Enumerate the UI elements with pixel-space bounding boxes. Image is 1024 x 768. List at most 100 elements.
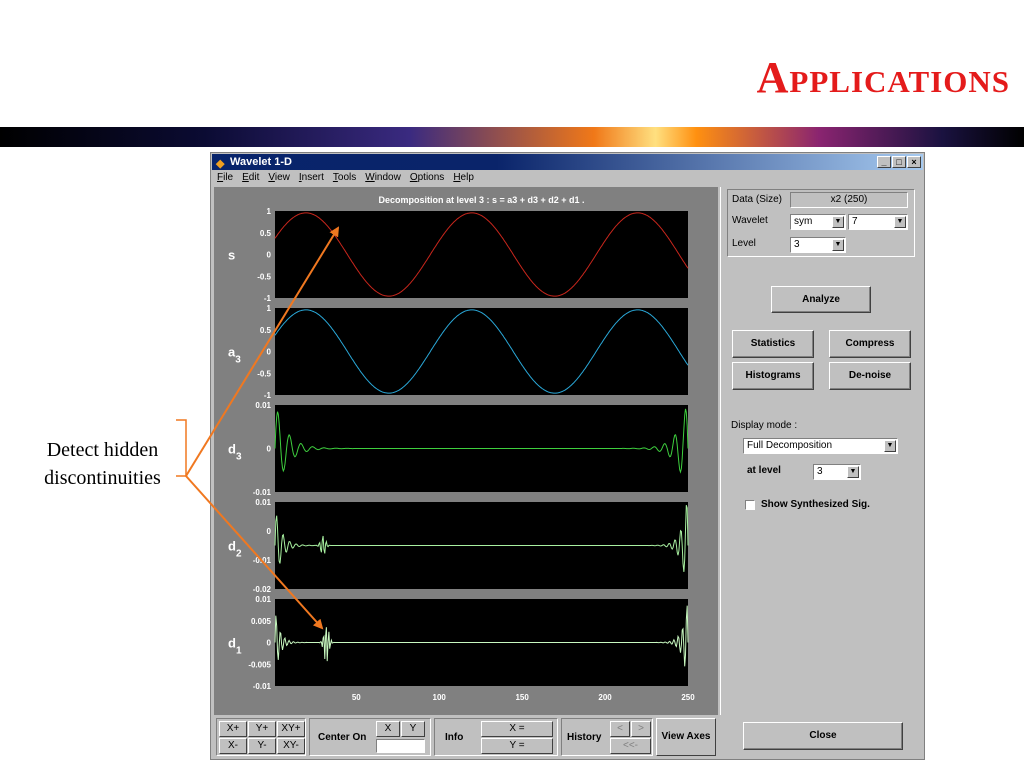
menu-view[interactable]: View <box>268 172 290 183</box>
show-synthesized-label: Show Synthesized Sig. <box>761 499 870 510</box>
header-gradient-bar <box>0 127 1024 147</box>
menu-window[interactable]: Window <box>365 172 401 183</box>
subplot-label: d2 <box>228 539 242 560</box>
center-on-label: Center On <box>318 732 367 743</box>
y-tick-label: -0.01 <box>253 682 272 691</box>
level-label: Level <box>732 238 756 249</box>
wavelet-label: Wavelet <box>732 215 768 226</box>
callout-label-line2: discontinuities <box>44 467 161 489</box>
zoom-xy-minus-button[interactable]: XY- <box>277 738 305 754</box>
histograms-button[interactable]: Histograms <box>732 362 814 390</box>
history-next-button[interactable]: > <box>631 721 651 737</box>
chevron-down-icon: ▼ <box>884 440 896 452</box>
subplot-0 <box>275 211 688 298</box>
callout-label: Detect hidden discontinuities <box>20 436 185 492</box>
slide-title: Applications <box>756 53 1010 102</box>
menu-options[interactable]: Options <box>410 172 444 183</box>
subplot-1 <box>275 308 688 395</box>
y-tick-label: -1 <box>264 391 272 400</box>
zoom-y-plus-button[interactable]: Y+ <box>248 721 276 737</box>
y-tick-label: 0.01 <box>255 401 271 410</box>
x-tick-label: 150 <box>515 693 529 702</box>
menu-tools[interactable]: Tools <box>333 172 356 183</box>
wavelet-order-select[interactable]: 7 ▼ <box>848 214 908 230</box>
at-level-label: at level <box>747 465 781 476</box>
axes-toolbar: X+ Y+ XY+ X- Y- XY- Center On X Y Info X… <box>214 716 720 758</box>
history-first-button[interactable]: <<- <box>610 738 651 754</box>
callout-label-line1: Detect hidden <box>46 439 159 461</box>
window-title: Wavelet 1-D <box>230 156 292 168</box>
subplot-label: a3 <box>228 345 241 366</box>
maximize-button[interactable]: □ <box>892 156 906 168</box>
chevron-down-icon: ▼ <box>832 239 844 251</box>
window-titlebar[interactable]: ◆ Wavelet 1-D _ □ × <box>212 154 923 170</box>
menu-insert[interactable]: Insert <box>299 172 324 183</box>
data-size-field: x2 (250) <box>790 192 908 208</box>
center-y-button[interactable]: Y <box>401 721 425 737</box>
wavelet-family-select[interactable]: sym ▼ <box>790 214 846 230</box>
close-window-button[interactable]: × <box>907 156 921 168</box>
y-tick-label: -0.02 <box>253 585 272 594</box>
y-tick-label: 0 <box>267 251 272 260</box>
x-tick-label: 50 <box>352 693 361 702</box>
wavelet-window: ◆ Wavelet 1-D _ □ × File Edit View Inser… <box>210 152 925 760</box>
wavelet-family-value: sym <box>794 216 813 227</box>
center-value-field[interactable] <box>376 739 425 753</box>
y-tick-label: -0.01 <box>253 488 272 497</box>
y-tick-label: 0 <box>267 639 272 648</box>
info-group: Info X = Y = <box>434 718 558 756</box>
display-mode-value: Full Decomposition <box>747 440 833 451</box>
y-tick-label: -1 <box>264 294 272 303</box>
subplot-label: d1 <box>228 636 242 657</box>
chevron-down-icon: ▼ <box>832 216 844 228</box>
info-label: Info <box>445 732 464 743</box>
zoom-x-minus-button[interactable]: X- <box>219 738 247 754</box>
plot-area: Decomposition at level 3 : s = a3 + d3 +… <box>214 187 718 715</box>
history-group: History < > <<- <box>561 718 653 756</box>
data-group: Data (Size) x2 (250) Wavelet sym ▼ 7 ▼ L… <box>727 189 915 257</box>
y-readout: Y = <box>481 738 553 754</box>
menu-help[interactable]: Help <box>453 172 474 183</box>
zoom-xy-plus-button[interactable]: XY+ <box>277 721 305 737</box>
at-level-select[interactable]: 3 ▼ <box>813 464 861 480</box>
display-mode-select[interactable]: Full Decomposition ▼ <box>743 438 898 454</box>
y-tick-label: -0.5 <box>257 369 271 378</box>
zoom-y-minus-button[interactable]: Y- <box>248 738 276 754</box>
analyze-button[interactable]: Analyze <box>771 286 871 313</box>
denoise-button[interactable]: De-noise <box>829 362 911 390</box>
plot-title: Decomposition at level 3 : s = a3 + d3 +… <box>378 195 584 205</box>
y-tick-label: 0.01 <box>255 595 271 604</box>
y-tick-label: -0.01 <box>253 556 272 565</box>
data-size-label: Data (Size) <box>732 194 783 205</box>
y-tick-label: 0.5 <box>260 229 272 238</box>
history-prev-button[interactable]: < <box>610 721 630 737</box>
x-readout: X = <box>481 721 553 737</box>
control-panel: Data (Size) x2 (250) Wavelet sym ▼ 7 ▼ L… <box>720 187 924 750</box>
wavelet-order-value: 7 <box>852 216 858 227</box>
y-tick-label: 1 <box>267 207 272 216</box>
minimize-button[interactable]: _ <box>877 156 891 168</box>
y-tick-label: -0.005 <box>248 660 271 669</box>
compress-button[interactable]: Compress <box>829 330 911 358</box>
history-label: History <box>567 732 602 743</box>
center-on-group: Center On X Y <box>309 718 431 756</box>
statistics-button[interactable]: Statistics <box>732 330 814 358</box>
zoom-x-plus-button[interactable]: X+ <box>219 721 247 737</box>
decomposition-plots[interactable]: Decomposition at level 3 : s = a3 + d3 +… <box>214 187 718 715</box>
subplot-label: s <box>228 248 235 263</box>
menu-edit[interactable]: Edit <box>242 172 259 183</box>
level-select[interactable]: 3 ▼ <box>790 237 846 253</box>
y-tick-label: 0.01 <box>255 498 271 507</box>
y-tick-label: 0 <box>267 445 272 454</box>
y-tick-label: 0 <box>267 348 272 357</box>
y-tick-label: 0 <box>267 527 272 536</box>
view-axes-button[interactable]: View Axes <box>656 718 716 756</box>
show-synthesized-checkbox[interactable] <box>745 500 755 510</box>
close-button[interactable]: Close <box>743 722 903 750</box>
level-value: 3 <box>794 239 800 250</box>
x-tick-label: 250 <box>681 693 695 702</box>
subplot-label: d3 <box>228 442 242 463</box>
y-tick-label: 0.005 <box>251 617 272 626</box>
menu-file[interactable]: File <box>217 172 233 183</box>
center-x-button[interactable]: X <box>376 721 400 737</box>
